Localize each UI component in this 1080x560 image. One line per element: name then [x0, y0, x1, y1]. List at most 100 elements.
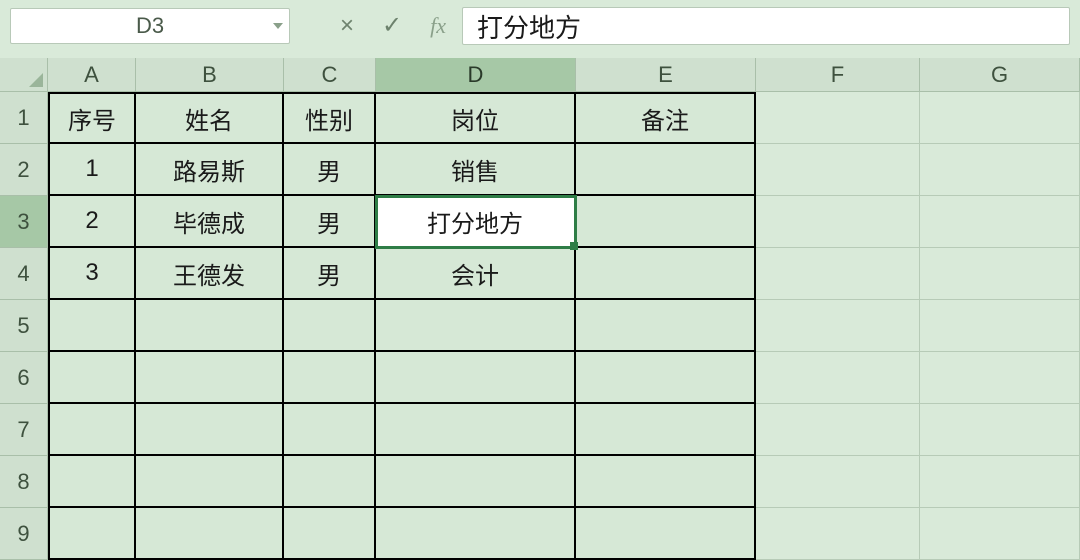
cell-D8[interactable] [376, 456, 576, 508]
cell-G7[interactable] [920, 404, 1080, 456]
cell-F3[interactable] [756, 196, 920, 248]
grid-row-9: 9 [0, 508, 1080, 560]
cell-E8[interactable] [576, 456, 756, 508]
cell-G6[interactable] [920, 352, 1080, 404]
cell-B1[interactable]: 姓名 [136, 92, 284, 144]
formula-input[interactable]: 打分地方 [462, 7, 1070, 45]
cell-C8[interactable] [284, 456, 376, 508]
cell-G3[interactable] [920, 196, 1080, 248]
cell-B5[interactable] [136, 300, 284, 352]
column-headers: A B C D E F G [0, 58, 1080, 92]
col-header-D[interactable]: D [376, 58, 576, 92]
cell-D4[interactable]: 会计 [376, 248, 576, 300]
cell-E3[interactable] [576, 196, 756, 248]
grid-row-2: 2 1 路易斯 男 销售 [0, 144, 1080, 196]
cell-A5[interactable] [48, 300, 136, 352]
cell-E2[interactable] [576, 144, 756, 196]
cell-F6[interactable] [756, 352, 920, 404]
formula-bar: D3 × ✓ fx 打分地方 [0, 0, 1080, 58]
cell-C1[interactable]: 性别 [284, 92, 376, 144]
cell-F8[interactable] [756, 456, 920, 508]
row-header-5[interactable]: 5 [0, 300, 48, 352]
col-header-G[interactable]: G [920, 58, 1080, 92]
cell-G1[interactable] [920, 92, 1080, 144]
cell-C3[interactable]: 男 [284, 196, 376, 248]
cell-B2[interactable]: 路易斯 [136, 144, 284, 196]
row-header-8[interactable]: 8 [0, 456, 48, 508]
cell-D9[interactable] [376, 508, 576, 560]
cell-B8[interactable] [136, 456, 284, 508]
col-header-A[interactable]: A [48, 58, 136, 92]
cell-D7[interactable] [376, 404, 576, 456]
col-header-F[interactable]: F [756, 58, 920, 92]
cell-G2[interactable] [920, 144, 1080, 196]
cell-E4[interactable] [576, 248, 756, 300]
row-header-3[interactable]: 3 [0, 196, 48, 248]
chevron-down-icon[interactable] [273, 23, 283, 29]
cell-C4[interactable]: 男 [284, 248, 376, 300]
select-all-corner[interactable] [0, 58, 48, 92]
cancel-icon[interactable]: × [340, 14, 354, 38]
cell-A1[interactable]: 序号 [48, 92, 136, 144]
cell-F4[interactable] [756, 248, 920, 300]
grid-row-6: 6 [0, 352, 1080, 404]
formula-input-value: 打分地方 [477, 8, 581, 45]
cell-B3[interactable]: 毕德成 [136, 196, 284, 248]
cell-A9[interactable] [48, 508, 136, 560]
cell-D3[interactable]: 打分地方 [376, 196, 576, 248]
cell-B9[interactable] [136, 508, 284, 560]
cell-A6[interactable] [48, 352, 136, 404]
cell-E7[interactable] [576, 404, 756, 456]
cell-D2[interactable]: 销售 [376, 144, 576, 196]
cell-F1[interactable] [756, 92, 920, 144]
cell-A4[interactable]: 3 [48, 248, 136, 300]
cell-C2[interactable]: 男 [284, 144, 376, 196]
cell-E5[interactable] [576, 300, 756, 352]
cell-C5[interactable] [284, 300, 376, 352]
cell-D6[interactable] [376, 352, 576, 404]
cell-D1[interactable]: 岗位 [376, 92, 576, 144]
cell-E6[interactable] [576, 352, 756, 404]
cell-A3[interactable]: 2 [48, 196, 136, 248]
name-box[interactable]: D3 [10, 8, 290, 44]
cell-C7[interactable] [284, 404, 376, 456]
row-header-2[interactable]: 2 [0, 144, 48, 196]
row-header-4[interactable]: 4 [0, 248, 48, 300]
name-box-value: D3 [136, 13, 164, 39]
accept-icon[interactable]: ✓ [382, 14, 402, 38]
cell-G8[interactable] [920, 456, 1080, 508]
cell-G4[interactable] [920, 248, 1080, 300]
cell-D5[interactable] [376, 300, 576, 352]
cell-G9[interactable] [920, 508, 1080, 560]
grid-row-5: 5 [0, 300, 1080, 352]
cell-A8[interactable] [48, 456, 136, 508]
row-header-9[interactable]: 9 [0, 508, 48, 560]
cell-A2[interactable]: 1 [48, 144, 136, 196]
spreadsheet-grid: A B C D E F G 1 序号 姓名 性别 岗位 备注 2 1 路易斯 男… [0, 58, 1080, 560]
row-header-7[interactable]: 7 [0, 404, 48, 456]
col-header-C[interactable]: C [284, 58, 376, 92]
col-header-B[interactable]: B [136, 58, 284, 92]
cell-B7[interactable] [136, 404, 284, 456]
grid-row-4: 4 3 王德发 男 会计 [0, 248, 1080, 300]
cell-E1[interactable]: 备注 [576, 92, 756, 144]
cell-A7[interactable] [48, 404, 136, 456]
cell-B4[interactable]: 王德发 [136, 248, 284, 300]
cell-B6[interactable] [136, 352, 284, 404]
row-header-6[interactable]: 6 [0, 352, 48, 404]
cell-F2[interactable] [756, 144, 920, 196]
cell-F7[interactable] [756, 404, 920, 456]
fx-icon[interactable]: fx [430, 15, 446, 37]
col-header-E[interactable]: E [576, 58, 756, 92]
cell-C6[interactable] [284, 352, 376, 404]
formula-bar-actions: × ✓ fx [334, 14, 452, 38]
row-header-1[interactable]: 1 [0, 92, 48, 144]
grid-row-3: 3 2 毕德成 男 打分地方 [0, 196, 1080, 248]
cell-C9[interactable] [284, 508, 376, 560]
grid-row-8: 8 [0, 456, 1080, 508]
cell-F9[interactable] [756, 508, 920, 560]
cell-E9[interactable] [576, 508, 756, 560]
cell-F5[interactable] [756, 300, 920, 352]
grid-row-1: 1 序号 姓名 性别 岗位 备注 [0, 92, 1080, 144]
cell-G5[interactable] [920, 300, 1080, 352]
